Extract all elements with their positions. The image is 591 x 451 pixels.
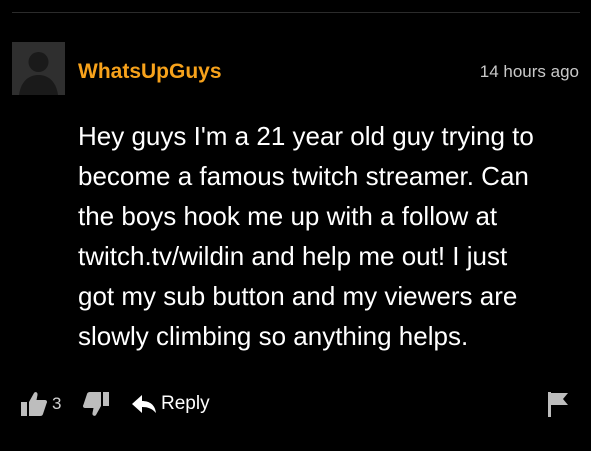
comment-timestamp: 14 hours ago (479, 62, 579, 81)
flag-button[interactable] (546, 384, 570, 424)
flag-icon (546, 390, 570, 418)
comment-body-line: slowly climbing so anything helps. (78, 321, 469, 351)
reply-button[interactable]: Reply (131, 384, 210, 424)
reply-label: Reply (161, 393, 210, 414)
comment-body-line: Hey guys I'm a 21 year old guy trying to (78, 121, 534, 151)
comment-body-line: twitch.tv/wildin and help me out! I just (78, 241, 508, 271)
comment-body: Hey guys I'm a 21 year old guy trying to… (78, 116, 583, 356)
comment-body-line: got my sub button and my viewers are (78, 281, 518, 311)
comment-body-line: the boys hook me up with a follow at (78, 201, 498, 231)
comment: WhatsUpGuys 14 hours ago Hey guys I'm a … (0, 0, 591, 451)
comment-actions: 3 Reply (0, 384, 591, 424)
default-avatar-icon (12, 42, 65, 95)
like-button[interactable]: 3 (20, 384, 61, 424)
dislike-button[interactable] (82, 384, 110, 424)
avatar[interactable] (12, 42, 65, 95)
reply-arrow-icon (131, 393, 157, 415)
thumbs-up-icon (20, 391, 48, 417)
comment-body-line: become a famous twitch streamer. Can (78, 161, 529, 191)
like-count: 3 (52, 394, 62, 413)
thumbs-down-icon (82, 391, 110, 417)
comment-username[interactable]: WhatsUpGuys (78, 58, 222, 86)
